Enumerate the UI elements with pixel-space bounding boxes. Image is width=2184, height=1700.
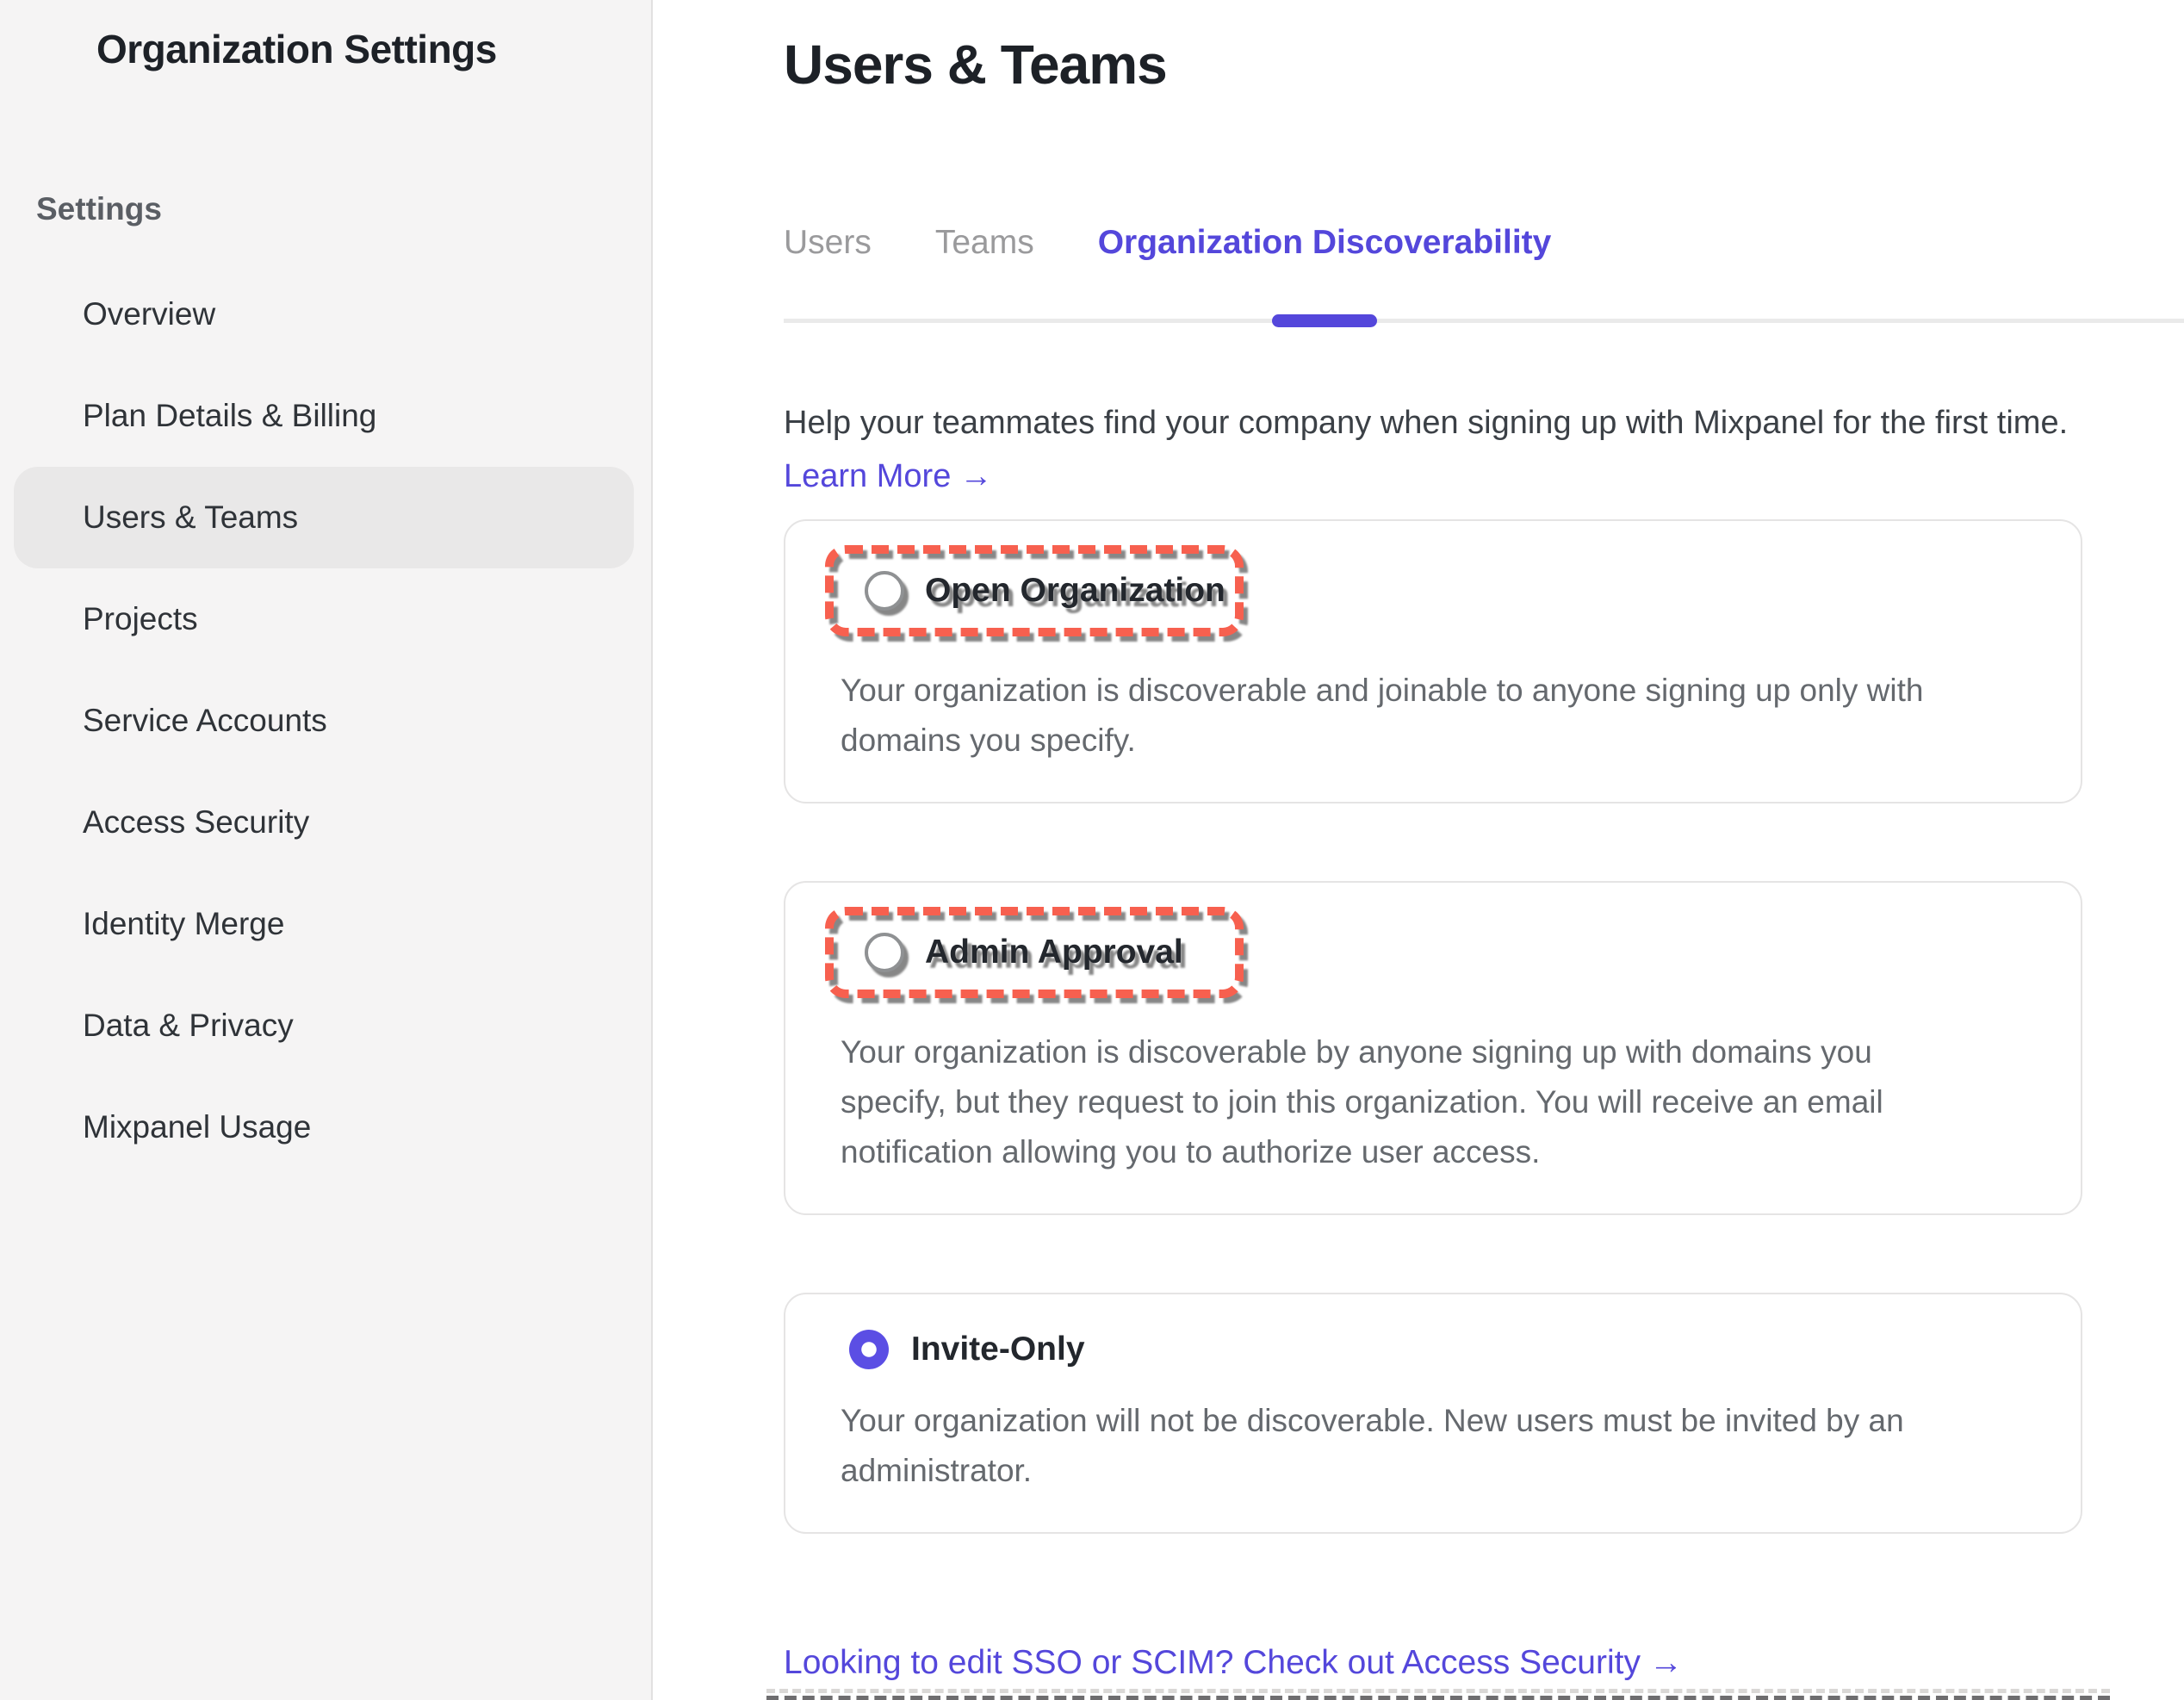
sidebar-item-projects[interactable]: Projects bbox=[0, 568, 651, 670]
option-description-invite-only: Your organization will not be discoverab… bbox=[841, 1396, 2026, 1496]
sidebar-section-label: Settings bbox=[36, 191, 651, 227]
arrow-right-icon: → bbox=[959, 454, 992, 499]
main-content: Users & Teams Users Teams Organization D… bbox=[653, 0, 2184, 1700]
learn-more-label: Learn More bbox=[784, 458, 951, 494]
arrow-right-icon: → bbox=[1649, 1644, 1683, 1682]
option-label-invite-only[interactable]: Invite-Only bbox=[911, 1329, 1085, 1370]
learn-more-link[interactable]: Learn More→ bbox=[784, 454, 992, 499]
sidebar-nav: Overview Plan Details & Billing Users & … bbox=[0, 264, 651, 1178]
option-card-open-organization: Open Organization Your organization is d… bbox=[784, 519, 2082, 803]
radio-invite-only[interactable] bbox=[849, 1330, 889, 1369]
sidebar-item-overview[interactable]: Overview bbox=[0, 264, 651, 365]
option-label-admin-approval[interactable]: Admin Approval bbox=[925, 932, 1183, 973]
organization-settings-screen: Organization Settings Settings Overview … bbox=[0, 0, 2184, 1700]
sidebar-title: Organization Settings bbox=[96, 26, 651, 72]
sidebar-item-access-security[interactable]: Access Security bbox=[0, 772, 651, 873]
option-label-open-organization[interactable]: Open Organization bbox=[925, 570, 1225, 611]
tab-teams[interactable]: Teams bbox=[935, 224, 1034, 319]
radio-open-organization[interactable] bbox=[865, 571, 904, 611]
cutoff-annotation-dashes bbox=[766, 1689, 2110, 1700]
sidebar-item-identity-merge[interactable]: Identity Merge bbox=[0, 873, 651, 975]
sidebar: Organization Settings Settings Overview … bbox=[0, 0, 653, 1700]
radio-admin-approval[interactable] bbox=[865, 933, 904, 972]
page-title: Users & Teams bbox=[784, 34, 2184, 95]
red-dashed-annotation-admin-approval: Admin Approval bbox=[825, 907, 1244, 998]
sidebar-item-mixpanel-usage[interactable]: Mixpanel Usage bbox=[0, 1076, 651, 1178]
option-row-invite-only: Invite-Only bbox=[849, 1329, 2026, 1370]
sidebar-item-users-teams[interactable]: Users & Teams bbox=[14, 467, 634, 568]
sidebar-item-data-privacy[interactable]: Data & Privacy bbox=[0, 975, 651, 1076]
option-card-invite-only: Invite-Only Your organization will not b… bbox=[784, 1293, 2082, 1534]
access-security-link[interactable]: Looking to edit SSO or SCIM? Check out A… bbox=[784, 1644, 1683, 1682]
sidebar-item-plan-details-billing[interactable]: Plan Details & Billing bbox=[0, 365, 651, 467]
sidebar-item-service-accounts[interactable]: Service Accounts bbox=[0, 670, 651, 772]
option-card-admin-approval: Admin Approval Your organization is disc… bbox=[784, 881, 2082, 1215]
tab-bar: Users Teams Organization Discoverability bbox=[784, 224, 2184, 323]
option-description-open-organization: Your organization is discoverable and jo… bbox=[841, 666, 2026, 766]
intro-text: Help your teammates find your company wh… bbox=[784, 400, 2184, 445]
red-dashed-annotation-open-organization: Open Organization bbox=[825, 545, 1244, 636]
tab-organization-discoverability[interactable]: Organization Discoverability bbox=[1098, 224, 1552, 319]
option-description-admin-approval: Your organization is discoverable by any… bbox=[841, 1027, 2026, 1177]
access-security-link-label: Looking to edit SSO or SCIM? Check out A… bbox=[784, 1644, 1641, 1681]
tab-users[interactable]: Users bbox=[784, 224, 872, 319]
